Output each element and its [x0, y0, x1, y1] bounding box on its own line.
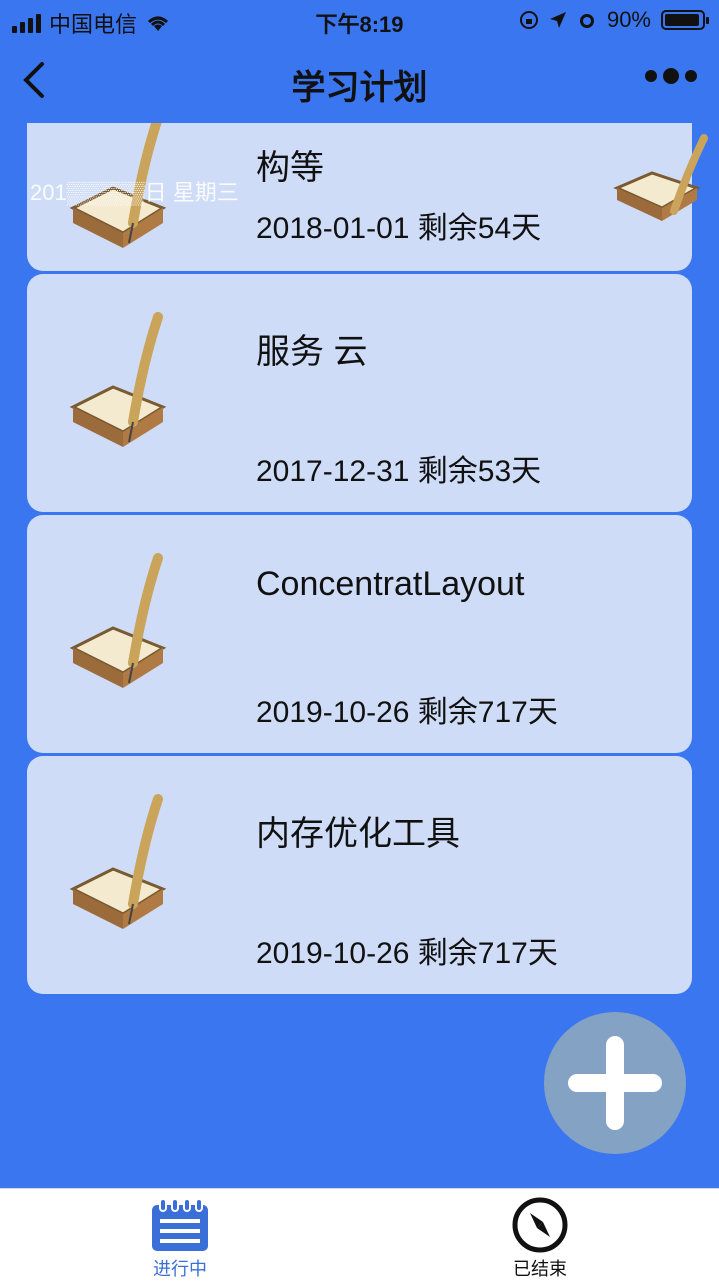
plan-card[interactable]: 服务 云 2017-12-31 剩余53天	[27, 274, 692, 512]
rotation-lock-icon	[519, 11, 538, 29]
battery-percent: 90%	[606, 7, 651, 32]
plan-date: 2017-12-31 剩余53天	[256, 455, 542, 488]
plan-card[interactable]: ConcentratLayout 2019-10-26 剩余717天	[27, 515, 692, 753]
plan-name: 构等	[256, 149, 324, 187]
book-quill-icon	[69, 312, 167, 447]
plan-date: 2019-10-26 剩余717天	[256, 696, 558, 729]
add-plan-button[interactable]	[544, 1012, 686, 1154]
plan-name: 服务 云	[256, 333, 368, 371]
plan-date: 2018-01-01 剩余54天	[256, 212, 542, 245]
alarm-icon	[579, 14, 594, 28]
battery-icon	[661, 10, 709, 30]
date-header-overlay: 201▒▒▒▒▒日 星期三	[30, 180, 239, 205]
tab-finished-label: 已结束	[513, 1259, 567, 1279]
more-dots-icon[interactable]	[645, 68, 697, 84]
list-icon	[152, 1198, 208, 1251]
status-bar: 中国电信 下午8:19 90%	[0, 0, 719, 40]
book-quill-icon	[69, 553, 167, 688]
plan-card[interactable]: 内存优化工具 2019-10-26 剩余717天	[27, 756, 692, 994]
plan-name: 内存优化工具	[256, 815, 460, 853]
book-quill-icon	[69, 794, 167, 929]
location-icon	[549, 12, 566, 28]
tab-in-progress[interactable]: 进行中	[80, 1189, 280, 1281]
tab-in-progress-label: 进行中	[153, 1259, 207, 1279]
plan-name: ConcentratLayout	[256, 565, 525, 603]
page-title: 学习计划	[291, 69, 428, 107]
navigation-bar: 学习计划	[0, 40, 719, 124]
tab-bar: 进行中 已结束	[0, 1188, 719, 1281]
book-quill-icon	[613, 134, 708, 221]
plan-date: 2019-10-26 剩余717天	[256, 937, 558, 970]
compass-icon	[512, 1197, 568, 1253]
tab-finished[interactable]: 已结束	[440, 1189, 640, 1281]
